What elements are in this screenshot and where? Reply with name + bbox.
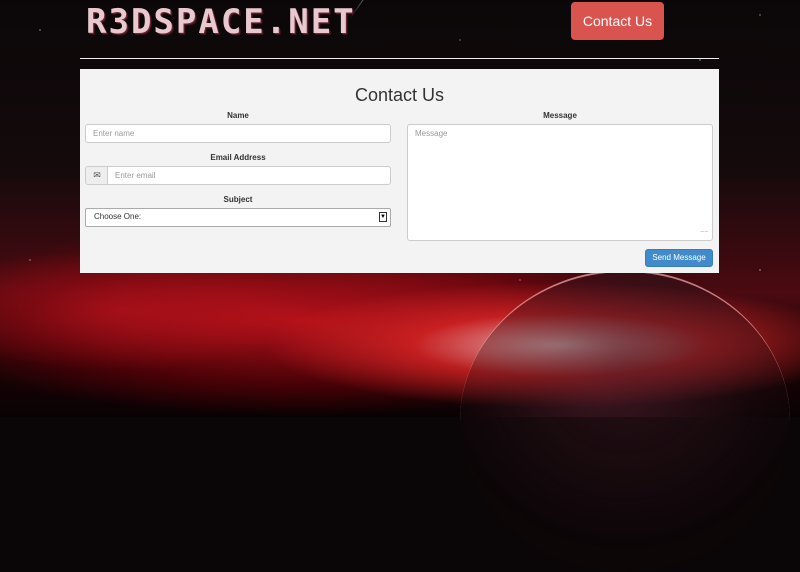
name-input[interactable] [85,124,391,143]
site-logo[interactable]: R3DSPACE.NET [86,2,356,42]
form-title: Contact Us [354,85,445,105]
message-textarea[interactable] [407,124,713,241]
dropdown-arrow-icon[interactable]: ▼ [379,212,387,222]
email-input[interactable] [107,166,391,185]
send-message-button[interactable]: Send Message [645,249,713,267]
subject-label: Subject [223,195,253,204]
planet-graphic [460,270,790,572]
envelope-icon: ✉ [85,166,108,185]
contact-us-nav-button[interactable]: Contact Us [571,2,664,40]
subject-selected-value: Choose One: [94,212,142,221]
contact-form-panel: Contact Us Name Email Address ✉ Subject … [80,69,719,273]
message-label: Message [543,111,577,120]
name-label: Name [227,111,249,120]
header-divider [80,58,719,59]
email-label: Email Address [210,153,266,162]
subject-select[interactable]: Choose One: ▼ [85,208,391,227]
